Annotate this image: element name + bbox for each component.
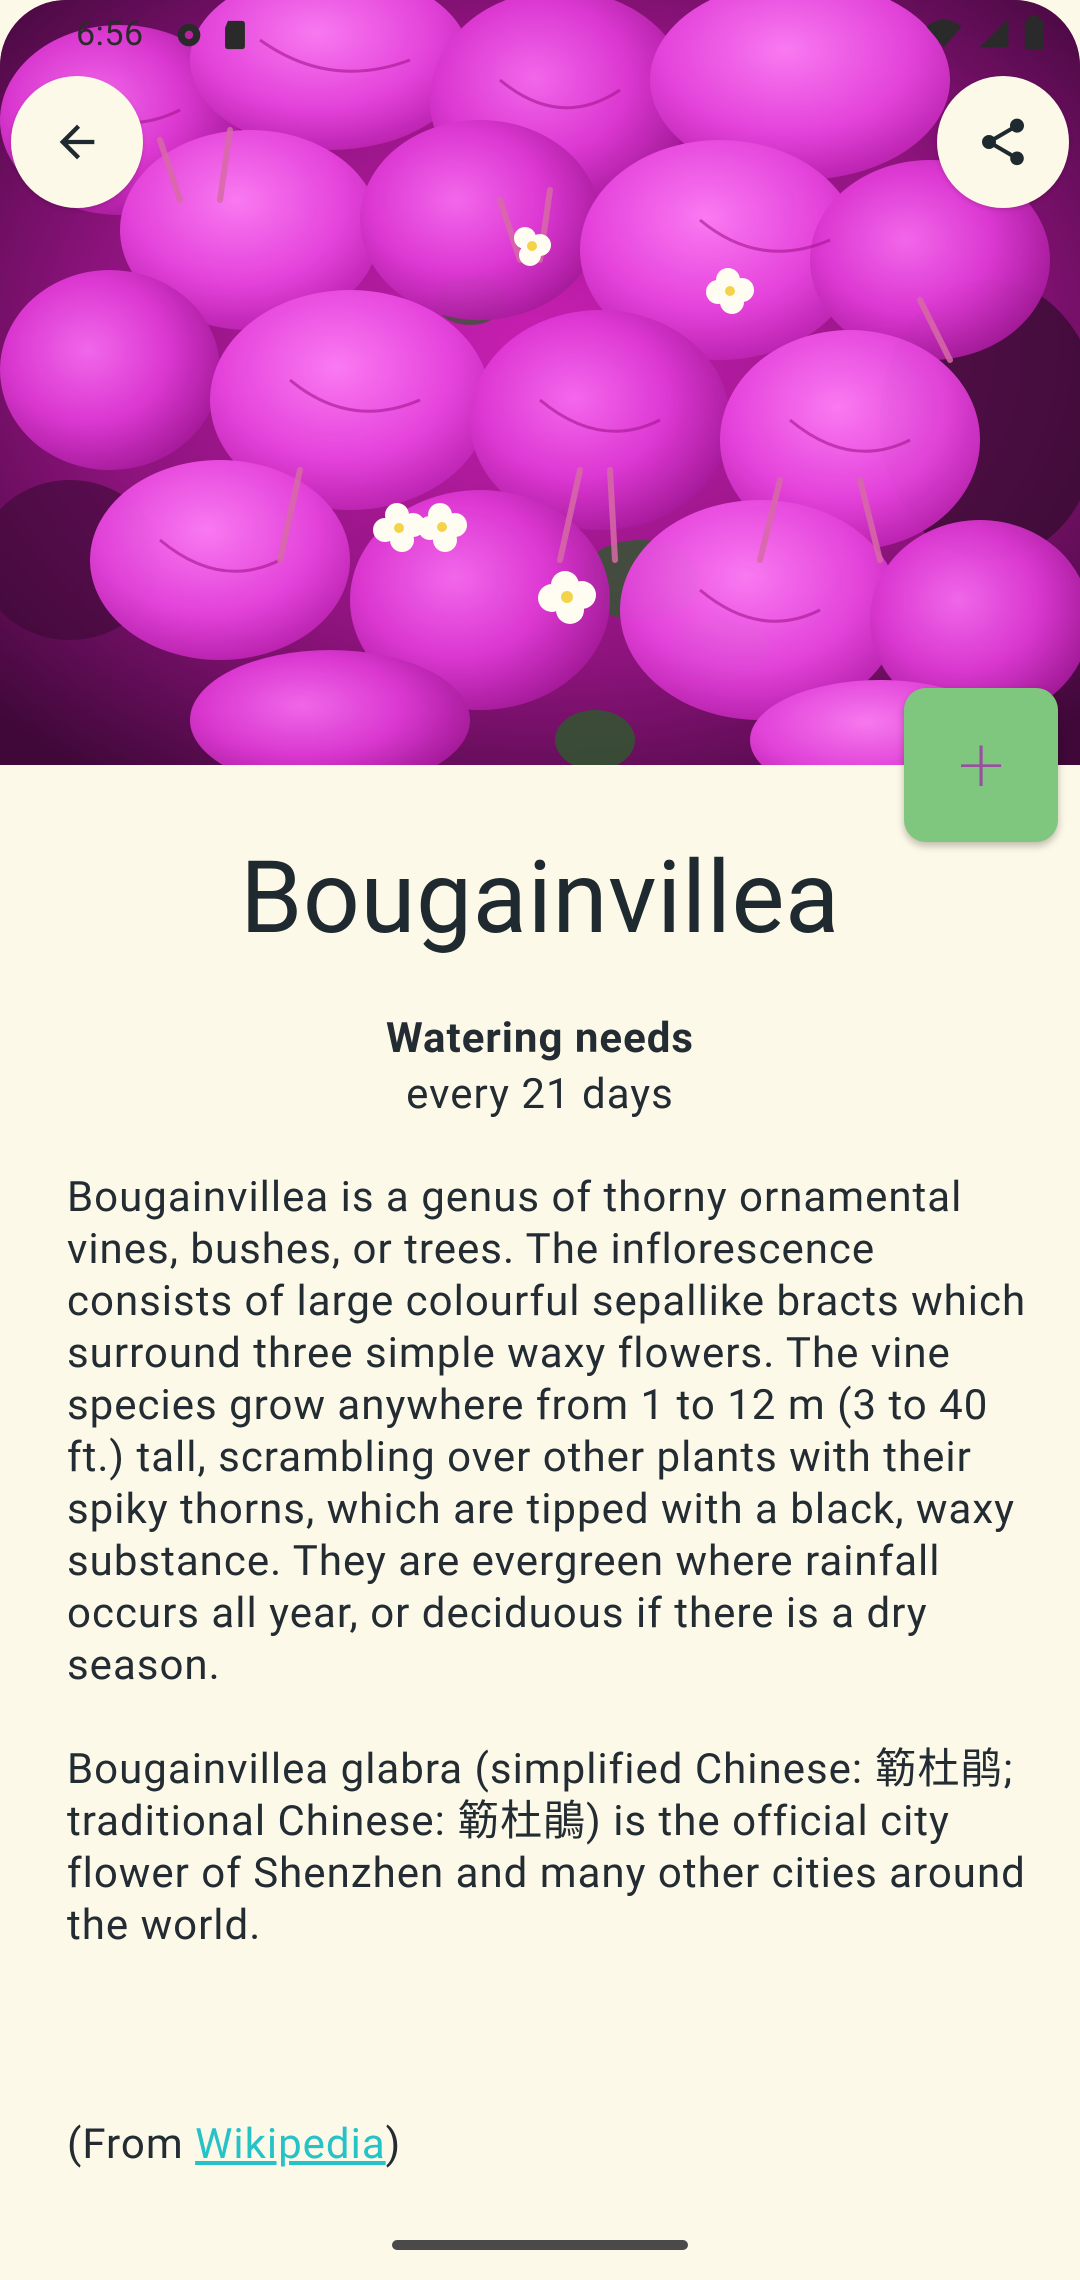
status-notification-icons	[172, 18, 250, 52]
add-plant-fab[interactable]: +	[904, 688, 1058, 842]
status-bar: 6:56	[0, 0, 1080, 72]
status-system-icons	[924, 16, 1044, 50]
watering-needs-label: Watering needs	[385, 1014, 695, 1063]
cellular-signal-icon	[979, 18, 1009, 48]
gesture-home-bar[interactable]	[392, 2240, 688, 2250]
sd-card-status-icon	[225, 20, 245, 50]
source-prefix: (From	[67, 2120, 196, 2169]
status-time: 6:56	[76, 14, 144, 54]
source-suffix: )	[385, 2120, 402, 2169]
wifi-icon	[926, 19, 962, 48]
source-attribution: (From Wikipedia)	[67, 2120, 401, 2169]
wikipedia-link[interactable]: Wikipedia	[195, 2120, 386, 2169]
description-paragraph-1: Bougainvillea is a genus of thorny ornam…	[67, 1173, 1027, 1690]
share-button[interactable]	[937, 76, 1069, 208]
plus-icon: +	[954, 728, 1008, 802]
arrow-back-icon	[59, 124, 95, 160]
watering-needs-value: every 21 days	[406, 1070, 674, 1119]
plant-description: Bougainvillea is a genus of thorny ornam…	[67, 1172, 1027, 1952]
share-icon	[982, 118, 1024, 166]
plant-image	[0, 0, 1080, 765]
plant-detail-screen: 6:56 + Bougainvillea Watering needs ever…	[0, 0, 1080, 2280]
settings-status-icon	[177, 23, 201, 47]
battery-icon	[1024, 16, 1044, 50]
description-paragraph-2: Bougainvillea glabra (simplified Chinese…	[67, 1745, 1026, 1950]
back-button[interactable]	[11, 76, 143, 208]
plant-name-title: Bougainvillea	[240, 840, 840, 957]
